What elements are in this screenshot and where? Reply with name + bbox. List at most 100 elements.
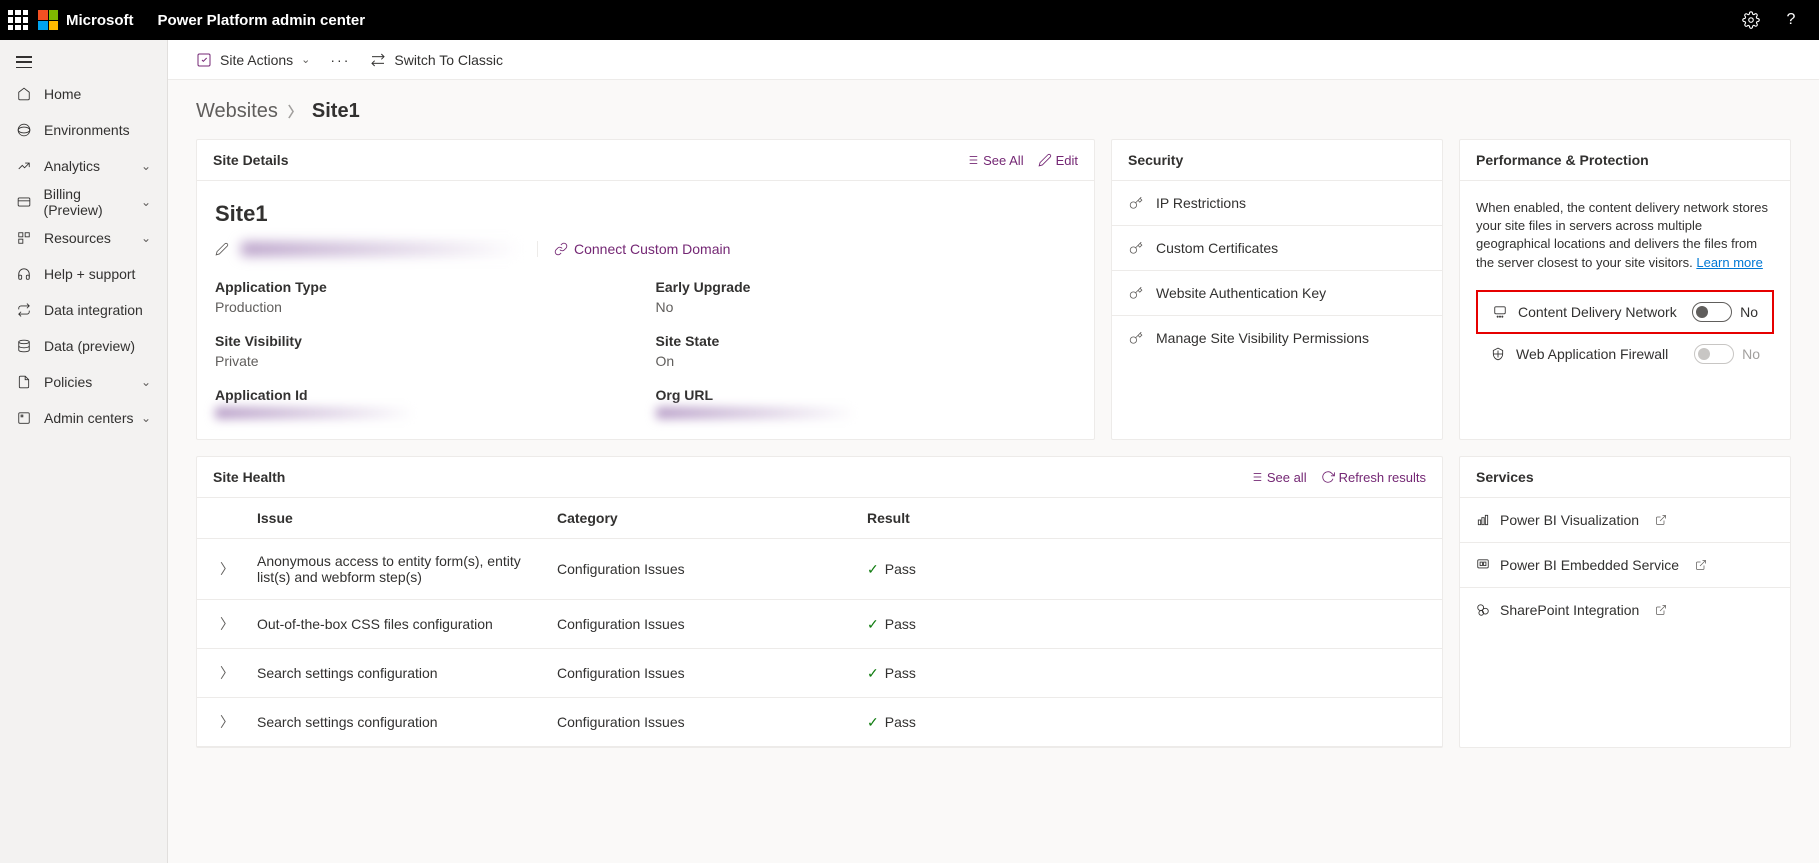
site-url-redacted	[241, 242, 521, 256]
breadcrumb-current: Site1	[312, 100, 360, 123]
field-site-state: Site State On	[656, 333, 1077, 369]
service-sharepoint[interactable]: SharePoint Integration	[1460, 588, 1790, 632]
security-item-certificates[interactable]: Custom Certificates	[1112, 226, 1442, 271]
connect-domain-button[interactable]: Connect Custom Domain	[537, 241, 730, 257]
swap-icon	[370, 52, 386, 68]
sidebar-label: Billing (Preview)	[44, 186, 141, 218]
waf-icon	[1490, 347, 1506, 361]
security-card: Security IP Restrictions Custom Certific…	[1111, 139, 1443, 440]
sidebar-label: Home	[44, 86, 81, 102]
switch-classic-label: Switch To Classic	[394, 52, 503, 68]
services-card: Services Power BI Visualization Power BI…	[1459, 456, 1791, 748]
see-all-button[interactable]: See All	[965, 153, 1023, 168]
field-application-type: Application Type Production	[215, 279, 636, 315]
sidebar-label: Data integration	[44, 302, 143, 318]
cdn-toggle-value: No	[1740, 304, 1758, 320]
card-title: Site Health	[213, 469, 285, 485]
org-url-redacted	[656, 407, 856, 419]
security-item-auth-key[interactable]: Website Authentication Key	[1112, 271, 1442, 316]
card-title: Security	[1128, 152, 1183, 168]
service-powerbi-visualization[interactable]: Power BI Visualization	[1460, 498, 1790, 543]
edit-url-icon[interactable]	[215, 242, 229, 256]
sidebar-item-admin-centers[interactable]: Admin centers ⌄	[0, 400, 167, 436]
sidebar-toggle[interactable]	[0, 48, 167, 76]
chevron-right-icon: 〉	[288, 102, 302, 122]
switch-classic-button[interactable]: Switch To Classic	[370, 52, 503, 68]
sidebar-item-billing[interactable]: Billing (Preview) ⌄	[0, 184, 167, 220]
more-actions-button[interactable]: ···	[330, 52, 350, 68]
policies-icon	[16, 375, 32, 389]
breadcrumb-parent[interactable]: Websites	[196, 100, 278, 123]
edit-button[interactable]: Edit	[1038, 153, 1078, 168]
expand-icon[interactable]: 〉	[197, 614, 257, 634]
sidebar-item-analytics[interactable]: Analytics ⌄	[0, 148, 167, 184]
checkmark-icon: ✓	[867, 665, 879, 682]
key-icon	[1128, 286, 1144, 300]
chevron-down-icon: ⌄	[141, 411, 151, 425]
brand-text: Microsoft	[66, 12, 134, 29]
cdn-toggle[interactable]	[1692, 302, 1732, 322]
cdn-row: Content Delivery Network No	[1476, 290, 1774, 334]
field-org-url: Org URL	[656, 387, 1077, 419]
site-actions-label: Site Actions	[220, 52, 293, 68]
expand-icon[interactable]: 〉	[197, 712, 257, 732]
sidebar-label: Environments	[44, 122, 130, 138]
ellipsis-icon: ···	[330, 52, 350, 68]
security-item-ip-restrictions[interactable]: IP Restrictions	[1112, 181, 1442, 226]
health-row: 〉 Anonymous access to entity form(s), en…	[197, 539, 1442, 600]
sidebar-item-data-preview[interactable]: Data (preview)	[0, 328, 167, 364]
sidebar-label: Admin centers	[44, 410, 133, 426]
app-launcher-icon[interactable]	[8, 10, 28, 30]
settings-icon[interactable]	[1731, 0, 1771, 40]
support-icon	[16, 267, 32, 281]
external-link-icon	[1655, 514, 1667, 526]
sidebar-item-resources[interactable]: Resources ⌄	[0, 220, 167, 256]
chevron-down-icon: ⌄	[141, 375, 151, 389]
environments-icon	[16, 123, 32, 137]
waf-toggle[interactable]	[1694, 344, 1734, 364]
card-title: Site Details	[213, 152, 288, 168]
analytics-icon	[16, 159, 32, 173]
external-link-icon	[1655, 604, 1667, 616]
sidebar-label: Analytics	[44, 158, 100, 174]
see-all-button[interactable]: See all	[1249, 470, 1307, 485]
help-icon[interactable]: ?	[1771, 0, 1811, 40]
expand-icon[interactable]: 〉	[197, 663, 257, 683]
sidebar-item-support[interactable]: Help + support	[0, 256, 167, 292]
cdn-icon	[1492, 305, 1508, 319]
col-result: Result	[867, 510, 1430, 526]
data-integration-icon	[16, 303, 32, 317]
card-title: Performance & Protection	[1476, 152, 1649, 168]
expand-icon[interactable]: 〉	[197, 559, 257, 579]
sidebar-item-policies[interactable]: Policies ⌄	[0, 364, 167, 400]
performance-description: When enabled, the content delivery netwo…	[1476, 199, 1774, 272]
sidebar-label: Resources	[44, 230, 111, 246]
breadcrumb: Websites 〉 Site1	[196, 100, 1791, 123]
site-actions-button[interactable]: Site Actions ⌄	[196, 52, 310, 68]
external-link-icon	[1695, 559, 1707, 571]
home-icon	[16, 87, 32, 101]
sidebar: Home Environments Analytics ⌄ Billing (P…	[0, 40, 168, 863]
site-details-card: Site Details See All Edit	[196, 139, 1095, 440]
key-icon	[1128, 331, 1144, 345]
card-title: Services	[1476, 469, 1534, 485]
col-issue: Issue	[257, 510, 557, 526]
field-early-upgrade: Early Upgrade No	[656, 279, 1077, 315]
learn-more-link[interactable]: Learn more	[1696, 255, 1762, 270]
service-powerbi-embedded[interactable]: Power BI Embedded Service	[1460, 543, 1790, 588]
chevron-down-icon: ⌄	[141, 195, 151, 209]
security-item-visibility-permissions[interactable]: Manage Site Visibility Permissions	[1112, 316, 1442, 360]
key-icon	[1128, 241, 1144, 255]
toolbar: Site Actions ⌄ ··· Switch To Classic	[168, 40, 1819, 80]
refresh-button[interactable]: Refresh results	[1321, 470, 1426, 485]
health-row: 〉 Out-of-the-box CSS files configuration…	[197, 600, 1442, 649]
sidebar-item-environments[interactable]: Environments	[0, 112, 167, 148]
cdn-label: Content Delivery Network	[1518, 304, 1677, 320]
site-actions-icon	[196, 52, 212, 68]
chevron-down-icon: ⌄	[141, 231, 151, 245]
sidebar-item-home[interactable]: Home	[0, 76, 167, 112]
top-header: Microsoft Power Platform admin center ?	[0, 0, 1819, 40]
powerbi-icon	[1476, 513, 1490, 527]
sidebar-item-data-integration[interactable]: Data integration	[0, 292, 167, 328]
checkmark-icon: ✓	[867, 616, 879, 633]
